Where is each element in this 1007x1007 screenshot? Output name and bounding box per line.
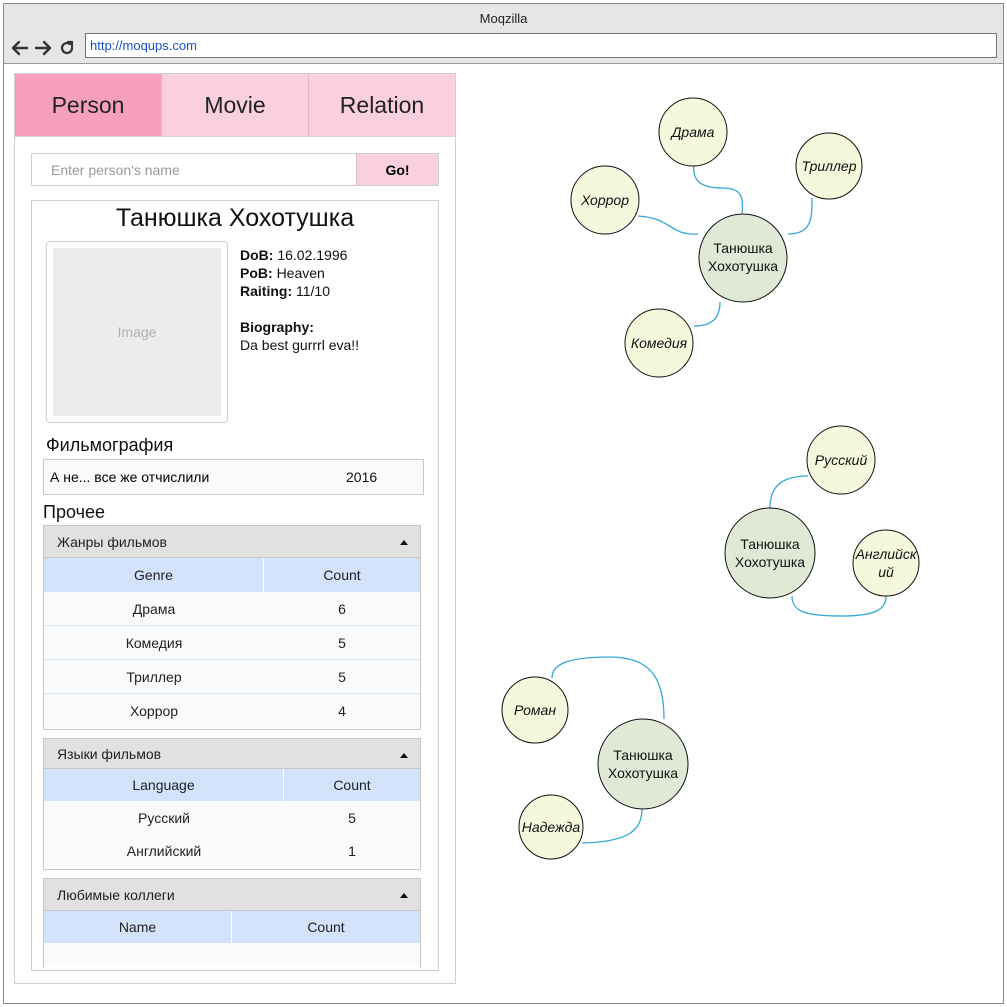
center-node-label: Танюшка [740,536,800,552]
edge [581,808,643,844]
edge [693,163,744,214]
center-node-label: Танюшка [713,240,773,256]
center-node[interactable] [724,507,816,599]
edge [551,656,665,720]
center-node-label: Хохотушка [735,554,805,570]
center-node-label: Танюшка [613,747,673,763]
graph-nodes [501,97,920,860]
relation-graphs: Танюшка Хохотушка Драма Триллер Хоррор К… [501,97,920,860]
genre-node-label: Хоррор [580,192,629,208]
language-node-label: Английск [855,546,918,562]
language-node-label: Русский [815,452,868,468]
genre-node-label: Комедия [631,335,688,351]
colleague-node-label: Роман [514,702,556,718]
colleague-node-label: Надежда [522,819,581,835]
genre-node-label: Драма [670,124,715,140]
edge [769,475,809,509]
language-node-label: ий [878,564,894,580]
edge [787,197,813,235]
center-node[interactable] [597,718,689,810]
edge [637,215,699,235]
language-node[interactable] [852,529,920,597]
edge [693,301,721,327]
genre-node-label: Триллер [801,158,856,174]
center-node-label: Хохотушка [708,258,778,274]
center-node-label: Хохотушка [608,765,678,781]
edge [791,595,887,617]
